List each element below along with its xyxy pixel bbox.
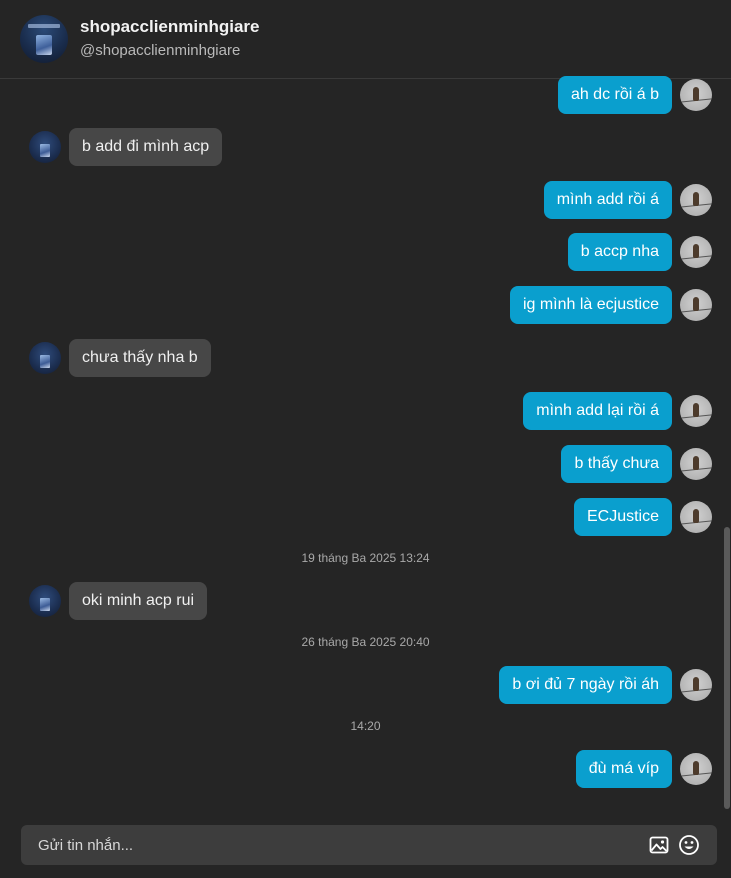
message-bubble[interactable]: chưa thấy nha b [69,339,211,377]
message-bubble[interactable]: b accp nha [567,233,672,271]
message-bubble[interactable]: ig mình là ecjustice [509,286,672,324]
message-row-outgoing: ah dc rồi á b [0,76,722,114]
message-list[interactable]: ah dc rồi á b b add đi mình acp mình add… [0,76,731,809]
message-bubble[interactable]: b thấy chưa [561,445,672,483]
message-bubble[interactable]: mình add lại rồi á [523,392,672,430]
contact-info: shopacclienminhgiare @shopacclienminhgia… [80,16,260,62]
my-avatar [680,501,712,533]
my-avatar [680,79,712,111]
emoji-icon[interactable] [678,834,700,856]
message-bubble[interactable]: ECJustice [573,498,672,536]
my-avatar [680,448,712,480]
message-row-outgoing: ECJustice [0,498,722,536]
chat-window: shopacclienminhgiare @shopacclienminhgia… [0,0,731,878]
contact-handle: @shopacclienminhgiare [80,42,241,59]
message-timestamp: 19 tháng Ba 2025 13:24 [301,551,430,565]
message-row-incoming: oki minh acp rui [0,582,722,620]
chat-header: shopacclienminhgiare @shopacclienminhgia… [0,0,731,79]
image-icon[interactable] [648,834,670,856]
message-row-outgoing: b accp nha [0,233,722,271]
message-row-outgoing: mình add lại rồi á [0,392,722,430]
contact-message-avatar [29,585,61,617]
scrollbar[interactable] [723,79,731,809]
message-row-outgoing: b thấy chưa [0,445,722,483]
scrollbar-thumb[interactable] [724,527,730,809]
message-bubble[interactable]: oki minh acp rui [69,582,208,620]
message-bubble[interactable]: b add đi mình acp [69,128,223,166]
message-timestamp: 14:20 [350,719,381,733]
message-bubble[interactable]: đù má víp [575,750,672,788]
message-bubble[interactable]: mình add rồi á [543,181,672,219]
contact-name[interactable]: shopacclienminhgiare [80,16,260,38]
message-composer [21,825,717,865]
message-timestamp: 26 tháng Ba 2025 20:40 [301,635,430,649]
message-row-incoming: b add đi mình acp [0,128,722,166]
message-row-incoming: chưa thấy nha b [0,339,722,377]
message-row-outgoing: đù má víp [0,750,722,788]
contact-message-avatar [29,342,61,374]
my-avatar [680,236,712,268]
my-avatar [680,669,712,701]
my-avatar [680,184,712,216]
message-bubble[interactable]: ah dc rồi á b [557,76,672,114]
message-row-outgoing: ig mình là ecjustice [0,286,722,324]
message-row-outgoing: b ơi đủ 7 ngày rồi áh [0,666,722,704]
contact-message-avatar [29,131,61,163]
message-bubble[interactable]: b ơi đủ 7 ngày rồi áh [499,666,672,704]
contact-avatar[interactable] [20,15,68,63]
message-input[interactable] [38,836,648,854]
my-avatar [680,289,712,321]
my-avatar [680,753,712,785]
message-row-outgoing: mình add rồi á [0,181,722,219]
my-avatar [680,395,712,427]
